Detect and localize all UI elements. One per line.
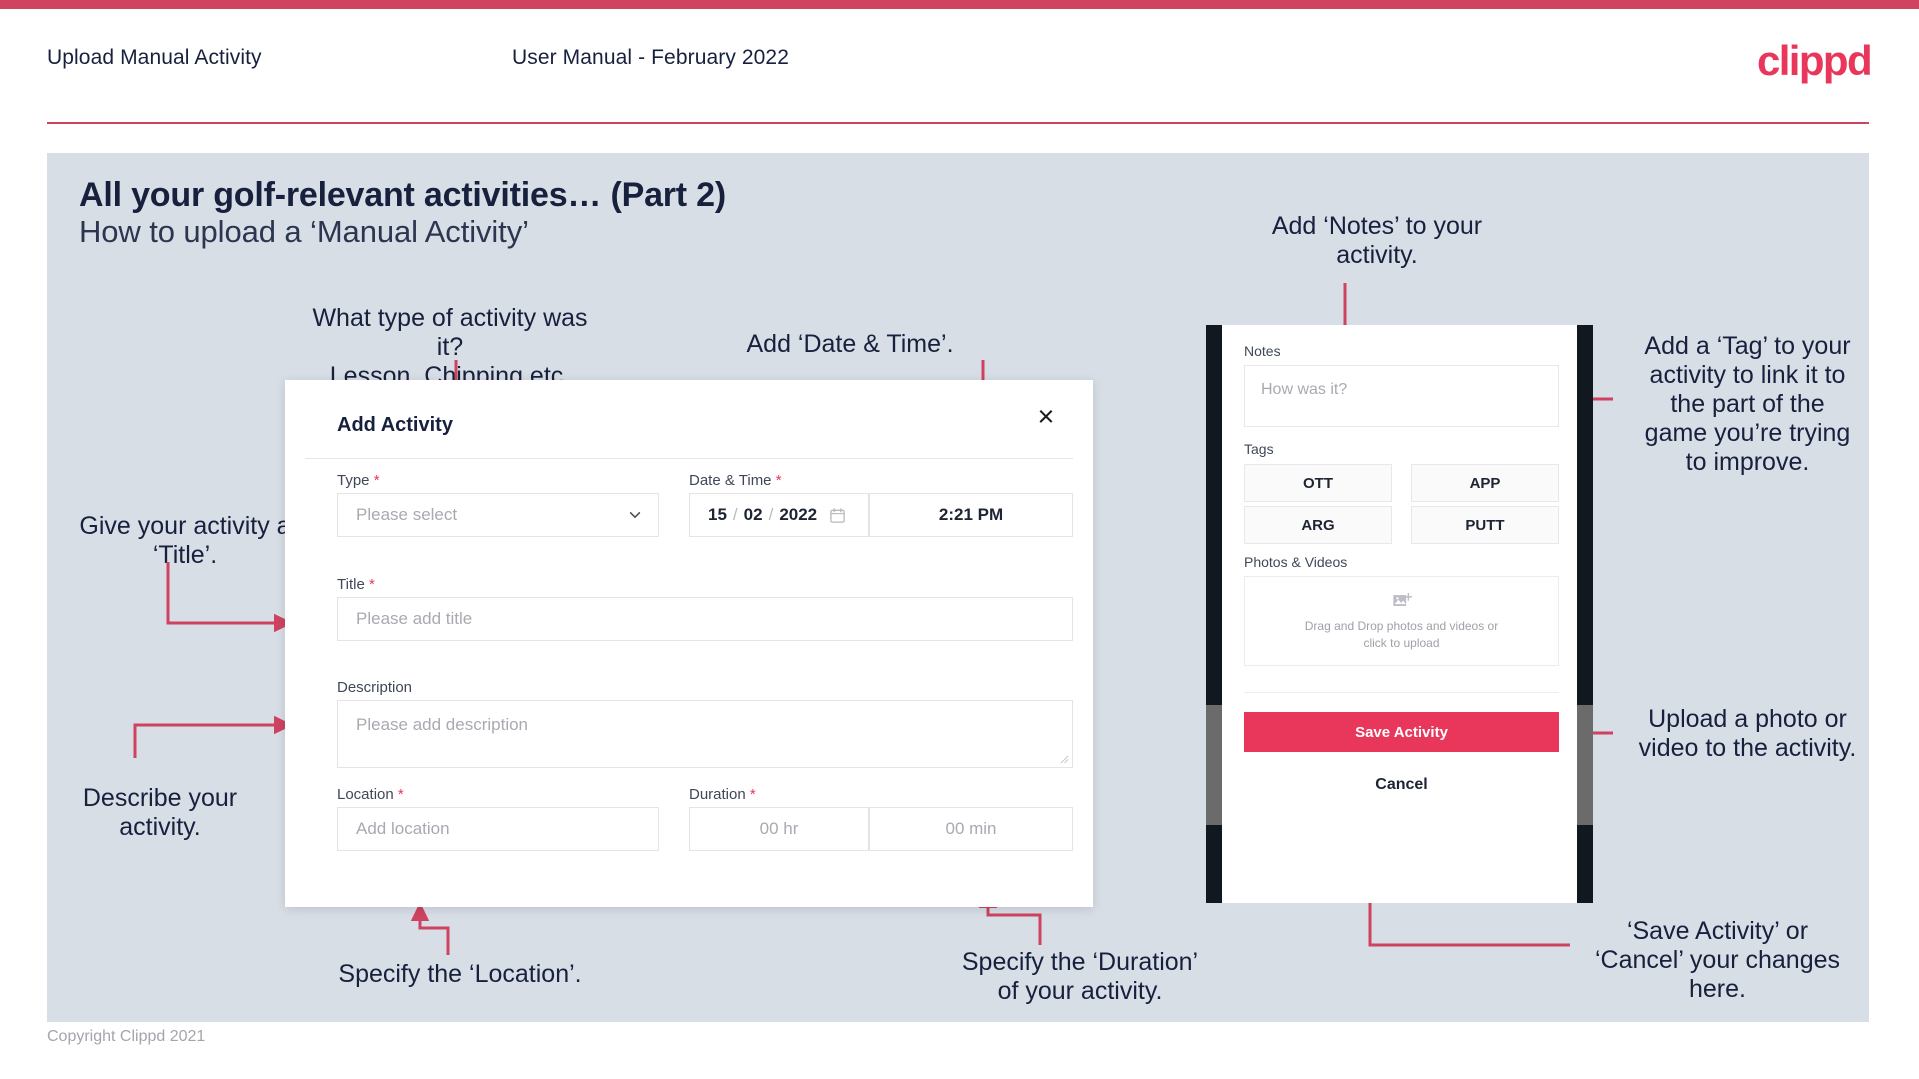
- date-input[interactable]: 15 / 02 / 2022: [689, 493, 869, 537]
- date-sep-2: /: [768, 505, 774, 524]
- photo-dropzone[interactable]: Drag and Drop photos and videos or click…: [1244, 576, 1559, 666]
- date-month: 02: [743, 505, 763, 524]
- callout-photos: Upload a photo or video to the activity.: [1638, 705, 1857, 762]
- title-required-mark: *: [368, 576, 375, 593]
- save-activity-button[interactable]: Save Activity: [1244, 712, 1559, 752]
- date-day: 15: [708, 505, 727, 524]
- tag-putt-label: PUTT: [1465, 516, 1505, 534]
- title-label-text: Title: [337, 576, 365, 593]
- callout-tags: Add a ‘Tag’ to your activity to link it …: [1644, 332, 1851, 476]
- add-image-icon: [1392, 593, 1412, 607]
- callout-type: What type of activity was it? Lesson, Ch…: [312, 304, 588, 390]
- top-accent-bar: [0, 0, 1919, 9]
- location-field-label: Location *: [337, 786, 404, 803]
- description-input[interactable]: Please add description: [337, 700, 1073, 768]
- page-title: Upload Manual Activity: [47, 46, 262, 69]
- notes-input[interactable]: How was it?: [1244, 365, 1559, 427]
- callout-date-time: Add ‘Date & Time’.: [746, 330, 954, 358]
- datetime-label-text: Date & Time: [689, 472, 772, 489]
- cancel-button[interactable]: Cancel: [1244, 776, 1559, 794]
- type-label-text: Type: [337, 472, 370, 489]
- tag-app-label: APP: [1469, 474, 1501, 492]
- tag-app[interactable]: APP: [1411, 464, 1559, 502]
- page-subtitle: User Manual - February 2022: [512, 46, 789, 69]
- slide-root: Upload Manual Activity User Manual - Feb…: [0, 0, 1919, 1079]
- header-divider: [47, 122, 1869, 124]
- time-input[interactable]: 2:21 PM: [869, 493, 1073, 537]
- resize-grip-icon[interactable]: [1060, 755, 1069, 764]
- location-label-text: Location: [337, 786, 394, 803]
- duration-label-text: Duration: [689, 786, 746, 803]
- slide-subtitle: How to upload a ‘Manual Activity’: [79, 214, 529, 249]
- title-input[interactable]: Please add title: [337, 597, 1073, 641]
- duration-hours-placeholder: 00 hr: [759, 819, 799, 838]
- callout-location: Specify the ‘Location’.: [338, 960, 582, 988]
- description-label-text: Description: [337, 679, 413, 696]
- close-icon[interactable]: ×: [1029, 400, 1063, 434]
- phone-volume-button-left: [1206, 705, 1222, 825]
- callout-description: Describe your activity.: [82, 784, 238, 841]
- duration-hours-input[interactable]: 00 hr: [689, 807, 869, 851]
- add-activity-dialog: Add Activity × Type * Please select Date…: [285, 380, 1093, 907]
- save-activity-label: Save Activity: [1355, 723, 1448, 741]
- phone-volume-button-right: [1577, 705, 1593, 825]
- notes-placeholder: How was it?: [1261, 381, 1348, 398]
- type-required-mark: *: [373, 472, 380, 489]
- type-label: Type *: [337, 472, 380, 489]
- tags-label: Tags: [1244, 441, 1274, 457]
- tag-arg[interactable]: ARG: [1244, 506, 1392, 544]
- tag-ott-label: OTT: [1303, 474, 1333, 492]
- date-value: 15 / 02 / 2022: [708, 505, 817, 525]
- duration-field-label: Duration *: [689, 786, 756, 803]
- chevron-down-icon: [629, 512, 641, 519]
- dialog-title: Add Activity: [337, 414, 453, 436]
- phone-screen: Notes How was it? Tags OTT APP ARG PUTT …: [1222, 325, 1577, 903]
- photos-label: Photos & Videos: [1244, 554, 1348, 570]
- location-placeholder: Add location: [356, 819, 450, 838]
- notes-label: Notes: [1244, 343, 1281, 359]
- callout-notes: Add ‘Notes’ to your activity.: [1271, 212, 1483, 269]
- duration-required-mark: *: [749, 786, 756, 803]
- duration-minutes-input[interactable]: 00 min: [869, 807, 1073, 851]
- tag-putt[interactable]: PUTT: [1411, 506, 1559, 544]
- location-required-mark: *: [397, 786, 404, 803]
- datetime-required-mark: *: [775, 472, 782, 489]
- tag-ott[interactable]: OTT: [1244, 464, 1392, 502]
- date-sep-1: /: [732, 505, 738, 524]
- time-value: 2:21 PM: [938, 505, 1004, 524]
- dropzone-line-1: Drag and Drop photos and videos or: [1304, 619, 1499, 634]
- dropzone-line-2: click to upload: [1363, 635, 1440, 650]
- type-placeholder: Please select: [356, 505, 458, 524]
- phone-mockup: Notes How was it? Tags OTT APP ARG PUTT …: [1206, 325, 1593, 903]
- datetime-label: Date & Time *: [689, 472, 782, 489]
- dropzone-text: Drag and Drop photos and videos or click…: [1305, 618, 1498, 650]
- dialog-divider: [305, 458, 1073, 459]
- tag-arg-label: ARG: [1301, 516, 1335, 534]
- phone-divider: [1244, 692, 1559, 693]
- description-field-label: Description: [337, 679, 412, 696]
- date-year: 2022: [779, 505, 818, 524]
- calendar-icon[interactable]: [829, 507, 846, 524]
- description-placeholder: Please add description: [356, 715, 529, 734]
- callout-save-cancel: ‘Save Activity’ or ‘Cancel’ your changes…: [1594, 917, 1841, 1003]
- callout-duration: Specify the ‘Duration’ of your activity.: [961, 948, 1199, 1005]
- footer-copyright: Copyright Clippd 2021: [47, 1028, 206, 1045]
- title-placeholder: Please add title: [356, 609, 473, 628]
- type-select[interactable]: Please select: [337, 493, 659, 537]
- duration-minutes-placeholder: 00 min: [945, 819, 997, 838]
- title-field-label: Title *: [337, 576, 375, 593]
- clippd-logo: clippd: [1756, 37, 1873, 84]
- location-input[interactable]: Add location: [337, 807, 659, 851]
- slide-title: All your golf-relevant activities… (Part…: [79, 176, 727, 214]
